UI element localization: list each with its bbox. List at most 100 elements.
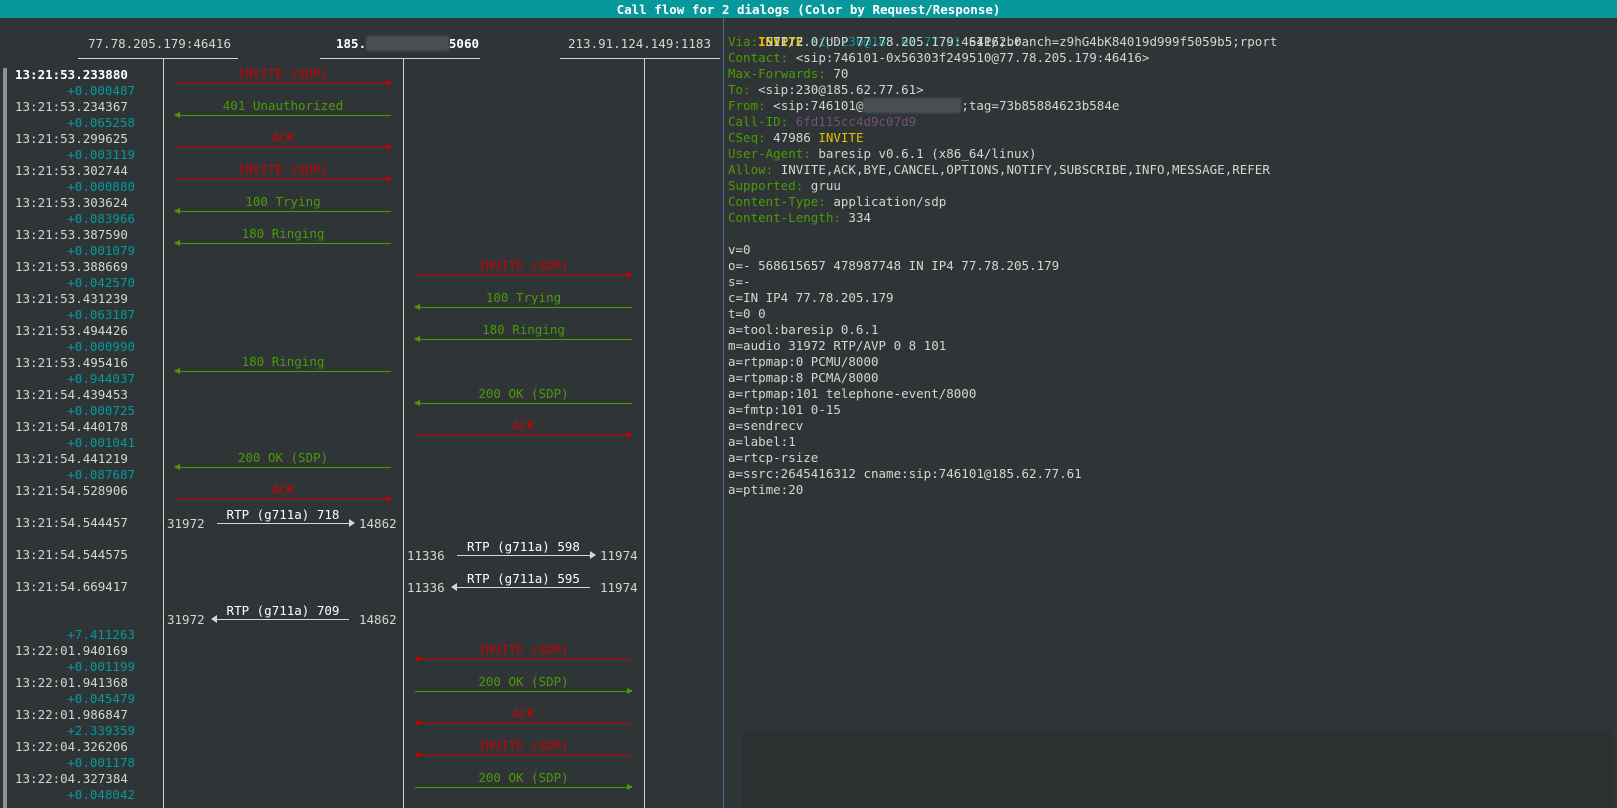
sip-header-line: Content-Length: 334	[728, 210, 871, 226]
sip-message-label[interactable]: INVITE (SDP)	[175, 66, 391, 81]
sdp-line: a=sendrecv	[728, 418, 804, 433]
timestamp: 13:22:04.327384	[15, 771, 128, 786]
rtp-arrow-line	[217, 619, 349, 620]
column-lifeline-0	[163, 59, 164, 808]
rtp-arrowhead	[349, 519, 355, 527]
sip-message-label[interactable]: ACK	[175, 130, 391, 145]
header-name: To:	[728, 82, 751, 97]
sip-header-line: Content-Type: application/sdp	[728, 194, 946, 210]
timestamp: 13:22:01.941368	[15, 675, 128, 690]
sip-message-label[interactable]: 100 Trying	[175, 194, 391, 209]
timestamp: 13:21:53.431239	[15, 291, 128, 306]
sip-message-label[interactable]: 200 OK (SDP)	[415, 770, 632, 785]
sip-arrow-line	[175, 243, 391, 244]
timestamp: 13:21:54.544457	[15, 515, 128, 530]
rtp-dst-port: 14862	[359, 612, 397, 627]
message-detail-panel[interactable]: INVITE sip:230@185.62.77.61 SIP/2.0 Via:…	[728, 18, 1613, 808]
header-name: Call-ID:	[728, 114, 789, 129]
sip-arrowhead	[414, 336, 420, 342]
sip-arrowhead	[386, 496, 392, 502]
sip-arrow-line	[175, 499, 391, 500]
timestamp: 13:21:53.303624	[15, 195, 128, 210]
time-delta: +0.000725	[67, 403, 135, 418]
sip-header-line: Supported: gruu	[728, 178, 841, 194]
header-name: Content-Type:	[728, 194, 826, 209]
sip-header-line: Max-Forwards: 70	[728, 66, 848, 82]
time-delta: +7.411263	[67, 627, 135, 642]
rtp-dst-port: 11974	[600, 548, 638, 563]
sip-arrowhead	[386, 144, 392, 150]
sdp-line: a=tool:baresip 0.6.1	[728, 322, 879, 337]
header-value: <sip:746101@	[773, 98, 864, 113]
sip-message-label[interactable]: ACK	[415, 706, 632, 721]
header-name: Allow:	[728, 162, 774, 177]
sdp-line: o=- 568615657 478987748 IN IP4 77.78.205…	[728, 258, 1060, 273]
sip-message-label[interactable]: 180 Ringing	[415, 322, 632, 337]
sip-arrowhead	[174, 464, 180, 470]
header-value: <sip:230@185.62.77.61>	[758, 82, 924, 97]
sip-arrow-line	[415, 723, 632, 724]
sip-message-label[interactable]: 180 Ringing	[175, 226, 391, 241]
column-header-2[interactable]: 213.91.124.149:1183	[568, 36, 711, 52]
sip-arrow-line	[415, 403, 632, 404]
sip-arrow-line	[415, 787, 632, 788]
header-value: <sip:746101-0x56303f249510@77.78.205.179…	[795, 50, 1150, 65]
rtp-src-port: 31972	[167, 612, 205, 627]
sip-message-label[interactable]: 100 Trying	[415, 290, 632, 305]
rtp-arrow-line	[457, 555, 590, 556]
time-delta: +0.063187	[67, 307, 135, 322]
sip-arrowhead	[174, 240, 180, 246]
timestamp: 13:21:53.234367	[15, 99, 128, 114]
sip-header-line: Call-ID: 6fd115cc4d9c07d9	[728, 114, 916, 130]
sip-message-label[interactable]: INVITE (SDP)	[415, 738, 632, 753]
redacted-ip: xx.xxx.xxx.	[366, 36, 449, 51]
timestamp: 13:21:53.302744	[15, 163, 128, 178]
sip-arrow-line	[415, 755, 632, 756]
sip-message-label[interactable]: 180 Ringing	[175, 354, 391, 369]
sip-header-line: Allow: INVITE,ACK,BYE,CANCEL,OPTIONS,NOT…	[728, 162, 1270, 178]
sip-header-line: CSeq: 47986 INVITE	[728, 130, 863, 146]
selection-scroll-indicator[interactable]	[3, 68, 7, 808]
sdp-line: a=rtpmap:8 PCMA/8000	[728, 370, 879, 385]
time-delta: +0.065258	[67, 115, 135, 130]
sip-message-label[interactable]: INVITE (SDP)	[415, 642, 632, 657]
sip-message-label[interactable]: 200 OK (SDP)	[415, 386, 632, 401]
sdp-line: c=IN IP4 77.78.205.179	[728, 290, 894, 305]
rtp-arrow-line	[217, 523, 349, 524]
sip-header-line: User-Agent: baresip v0.6.1 (x86_64/linux…	[728, 146, 1037, 162]
timestamp: 13:21:53.233880	[15, 67, 128, 82]
redacted-ip: xxx.xx.xx.xxx	[863, 98, 962, 113]
time-delta: +0.001178	[67, 755, 135, 770]
column-header-underline-0	[78, 58, 238, 59]
sip-message-label[interactable]: INVITE (SDP)	[175, 162, 391, 177]
sip-message-label[interactable]: ACK	[175, 482, 391, 497]
sip-arrowhead	[414, 400, 420, 406]
header-value: 334	[848, 210, 871, 225]
sdp-line: a=rtcp-rsize	[728, 450, 819, 465]
sip-arrowhead	[174, 368, 180, 374]
sip-message-label[interactable]: 200 OK (SDP)	[175, 450, 391, 465]
timestamp: 13:22:01.986847	[15, 707, 128, 722]
sip-arrowhead	[386, 176, 392, 182]
sip-message-label[interactable]: ACK	[415, 418, 632, 433]
sip-message-label[interactable]: 200 OK (SDP)	[415, 674, 632, 689]
header-value-tail: INVITE	[818, 130, 864, 145]
sip-message-label[interactable]: INVITE (SDP)	[415, 258, 632, 273]
sip-message-label[interactable]: 401 Unauthorized	[175, 98, 391, 113]
column-header-1-label: 185.	[336, 36, 367, 51]
time-delta: +0.001199	[67, 659, 135, 674]
timestamp: 13:21:54.528906	[15, 483, 128, 498]
timestamp: 13:21:54.439453	[15, 387, 128, 402]
column-header-1[interactable]: 185.xx.xxx.xxx.5060	[336, 36, 479, 52]
time-delta: +0.000880	[67, 179, 135, 194]
header-value: baresip v0.6.1 (x86_64/linux)	[818, 146, 1037, 161]
panel-divider[interactable]	[723, 18, 724, 808]
rtp-src-port: 31972	[167, 516, 205, 531]
timestamp: 13:21:54.544575	[15, 547, 128, 562]
column-header-0[interactable]: 77.78.205.179:46416	[88, 36, 231, 52]
sip-header-line: Contact: <sip:746101-0x56303f249510@77.7…	[728, 50, 1149, 66]
sip-arrow-line	[415, 339, 632, 340]
header-value: 70	[833, 66, 849, 81]
header-name: From:	[728, 98, 766, 113]
call-flow-panel[interactable]: 77.78.205.179:46416 185.xx.xxx.xxx.5060 …	[0, 18, 724, 808]
